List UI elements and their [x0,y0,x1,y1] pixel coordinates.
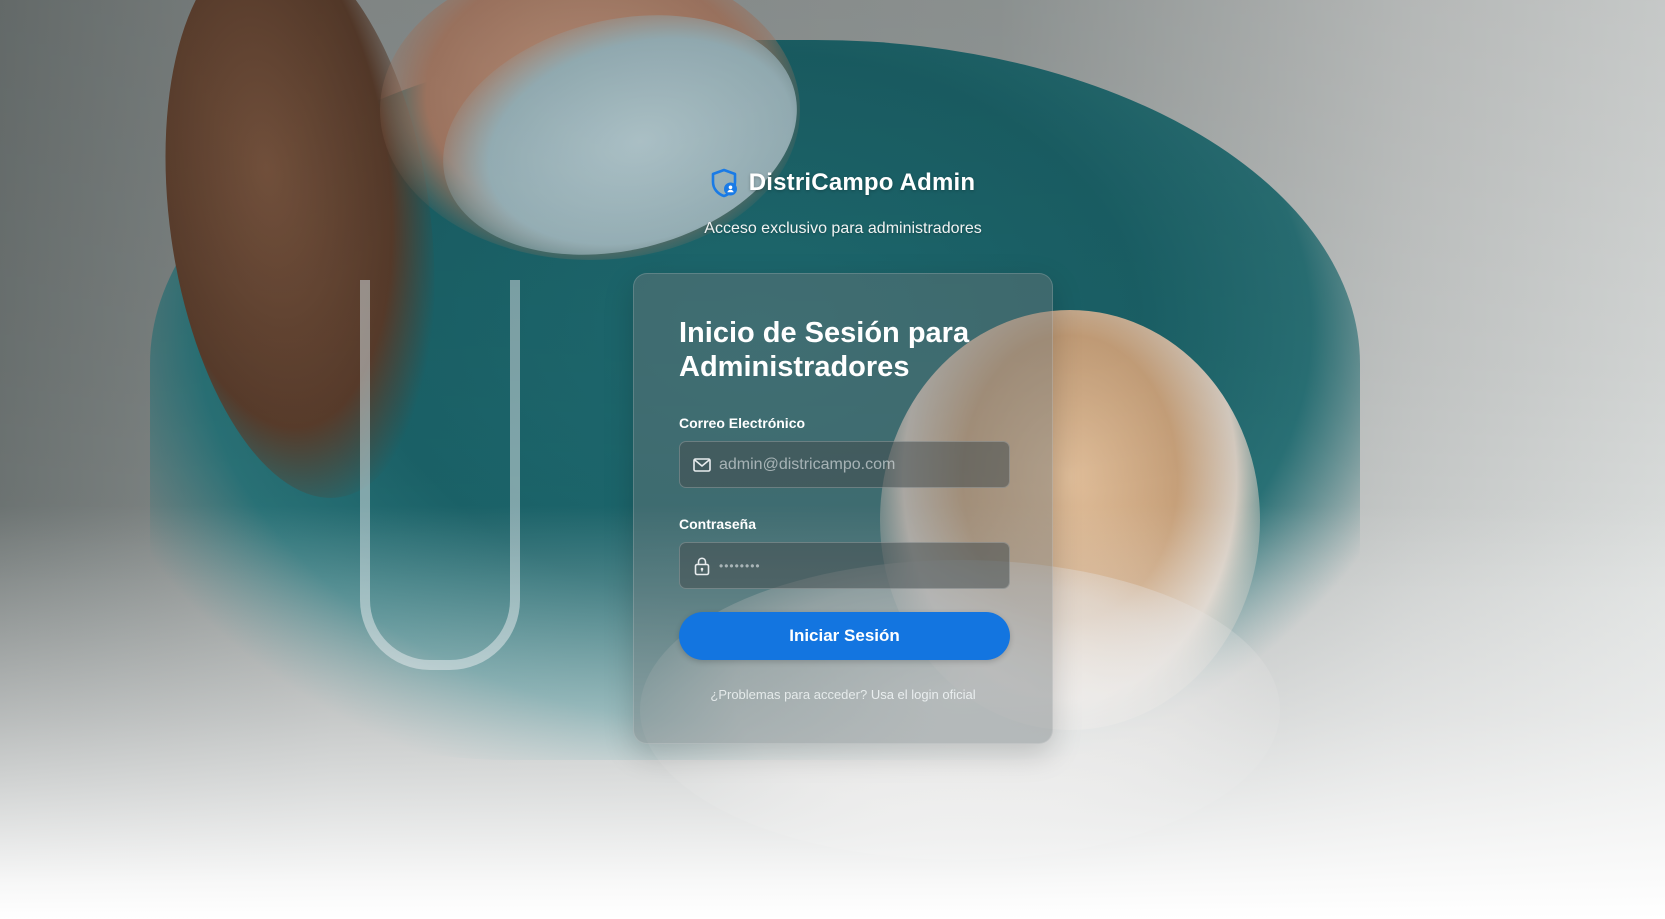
help-question: ¿Problemas para acceder? [710,687,868,702]
page-subtitle: Acceso exclusivo para administradores [704,220,982,237]
envelope-icon [693,457,711,472]
admin-login-page: DistriCampo Admin Acceso exclusivo para … [0,0,1665,919]
login-button[interactable]: Iniciar Sesión [679,612,1010,660]
login-card: Inicio de Sesión para Administradores Co… [633,273,1053,744]
login-content: DistriCampo Admin Acceso exclusivo para … [0,0,1665,919]
login-card-title: Inicio de Sesión para Administradores [679,317,970,383]
shield-user-icon [711,168,737,198]
password-label: Contraseña [679,516,757,532]
lock-icon [694,556,710,575]
official-login-link[interactable]: Usa el login oficial [871,687,976,702]
email-field[interactable] [712,442,1009,487]
brand-header: DistriCampo Admin [0,168,1665,198]
password-field[interactable] [712,543,1009,588]
help-text: ¿Problemas para acceder? Usa el login of… [679,687,1007,702]
email-label: Correo Electrónico [679,415,806,431]
brand-title: DistriCampo Admin [748,169,976,196]
password-field-wrapper [679,542,1010,589]
email-field-wrapper [679,441,1010,488]
